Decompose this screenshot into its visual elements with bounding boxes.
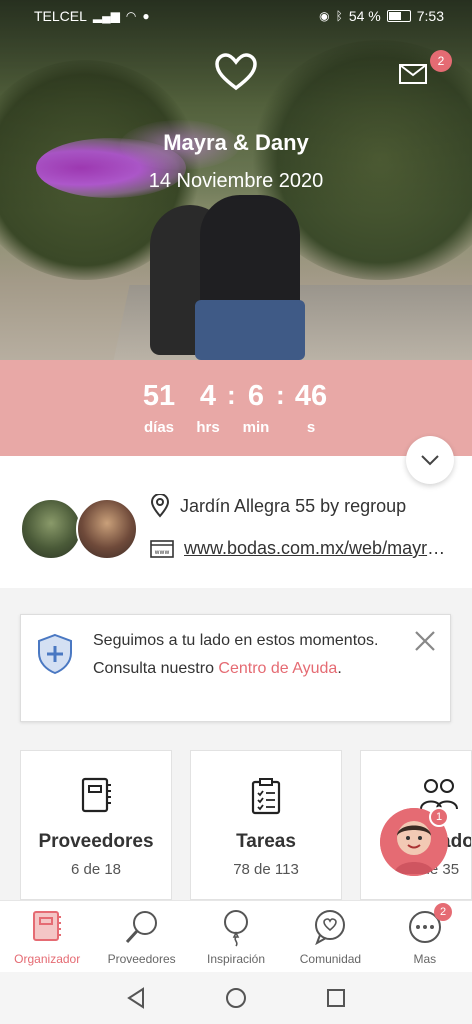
nav-comunidad[interactable]: Comunidad: [283, 901, 377, 972]
nav-inspiracion[interactable]: Inspiración: [189, 901, 283, 972]
chat-heart-icon: [315, 910, 346, 945]
help-center-link[interactable]: Centro de Ayuda: [218, 660, 337, 677]
tool-card-proveedores[interactable]: Proveedores 6 de 18: [20, 750, 172, 900]
status-bar: TELCEL ▂▄▆ ◠ ● ◉ ᛒ 54 % 7:53: [0, 0, 472, 32]
countdown-minutes: 6 min: [242, 380, 270, 436]
wedding-date: 14 Noviembre 2020: [148, 170, 324, 192]
svg-text:www: www: [155, 549, 170, 556]
browser-icon: www: [150, 539, 174, 558]
couple-names: Mayra & Dany: [163, 130, 309, 155]
bottom-nav: Organizador Proveedores Inspiración Comu…: [0, 900, 472, 972]
balloon-icon: [224, 910, 249, 947]
recents-icon[interactable]: [324, 986, 348, 1010]
tool-title: Tareas: [236, 831, 296, 852]
mail-badge: 2: [430, 50, 452, 72]
mail-icon[interactable]: [398, 62, 432, 88]
checklist-icon: [251, 778, 281, 815]
battery-icon: [386, 10, 411, 22]
planner-icon: [33, 911, 62, 941]
help-card: Seguimos a tu lado en estos momentos. Co…: [20, 614, 451, 722]
website-link[interactable]: www.bodas.com.mx/web/mayra-y-dany: [184, 538, 450, 559]
signal-icon: ▂▄▆: [92, 9, 120, 23]
wifi-icon: ◠: [125, 9, 137, 23]
bluetooth-icon: ᛒ: [335, 9, 343, 23]
collapse-button[interactable]: [406, 436, 454, 484]
website-row[interactable]: www www.bodas.com.mx/web/mayra-y-dany: [150, 538, 450, 559]
tool-title: Proveedores: [38, 831, 154, 852]
venue-row[interactable]: Jardín Allegra 55 by regroup: [150, 494, 406, 518]
shield-plus-icon: [38, 633, 72, 675]
countdown-hours: 4 hrs: [196, 380, 220, 436]
clock: 7:53: [416, 8, 444, 24]
spotify-icon: ●: [142, 9, 150, 23]
back-icon[interactable]: [124, 986, 148, 1010]
nav-organizador[interactable]: Organizador: [0, 901, 94, 972]
countdown-days: 51 días: [142, 380, 176, 436]
eye-icon: ◉: [319, 9, 330, 23]
help-message: Seguimos a tu lado en estos momentos. Co…: [93, 632, 379, 677]
tool-card-tareas[interactable]: Tareas 78 de 113: [190, 750, 342, 900]
countdown-separator: :: [276, 380, 285, 410]
notebook-icon: [81, 777, 111, 813]
avatar[interactable]: [76, 498, 138, 560]
carrier-label: TELCEL: [34, 8, 87, 24]
chevron-down-icon: [421, 455, 439, 466]
home-icon[interactable]: [224, 986, 248, 1010]
venue-name: Jardín Allegra 55 by regroup: [180, 495, 407, 516]
guests-icon: [420, 779, 458, 810]
tool-count: 78 de 113: [233, 861, 299, 878]
heart-logo-icon: [215, 53, 257, 91]
system-navigation-bar: [0, 972, 472, 1024]
tool-count: 6 de 18: [70, 861, 122, 878]
search-icon: [125, 911, 157, 944]
battery-percent: 54 %: [348, 8, 381, 24]
nav-proveedores[interactable]: Proveedores: [94, 901, 188, 972]
chat-badge: 1: [429, 807, 449, 827]
nav-mas[interactable]: Mas: [378, 901, 472, 972]
location-pin-icon: [150, 494, 170, 518]
close-icon[interactable]: [413, 629, 437, 653]
countdown-seconds: 46 s: [294, 380, 328, 436]
more-badge: 2: [434, 903, 452, 921]
avatar[interactable]: [20, 498, 82, 560]
countdown-separator: :: [227, 380, 236, 410]
